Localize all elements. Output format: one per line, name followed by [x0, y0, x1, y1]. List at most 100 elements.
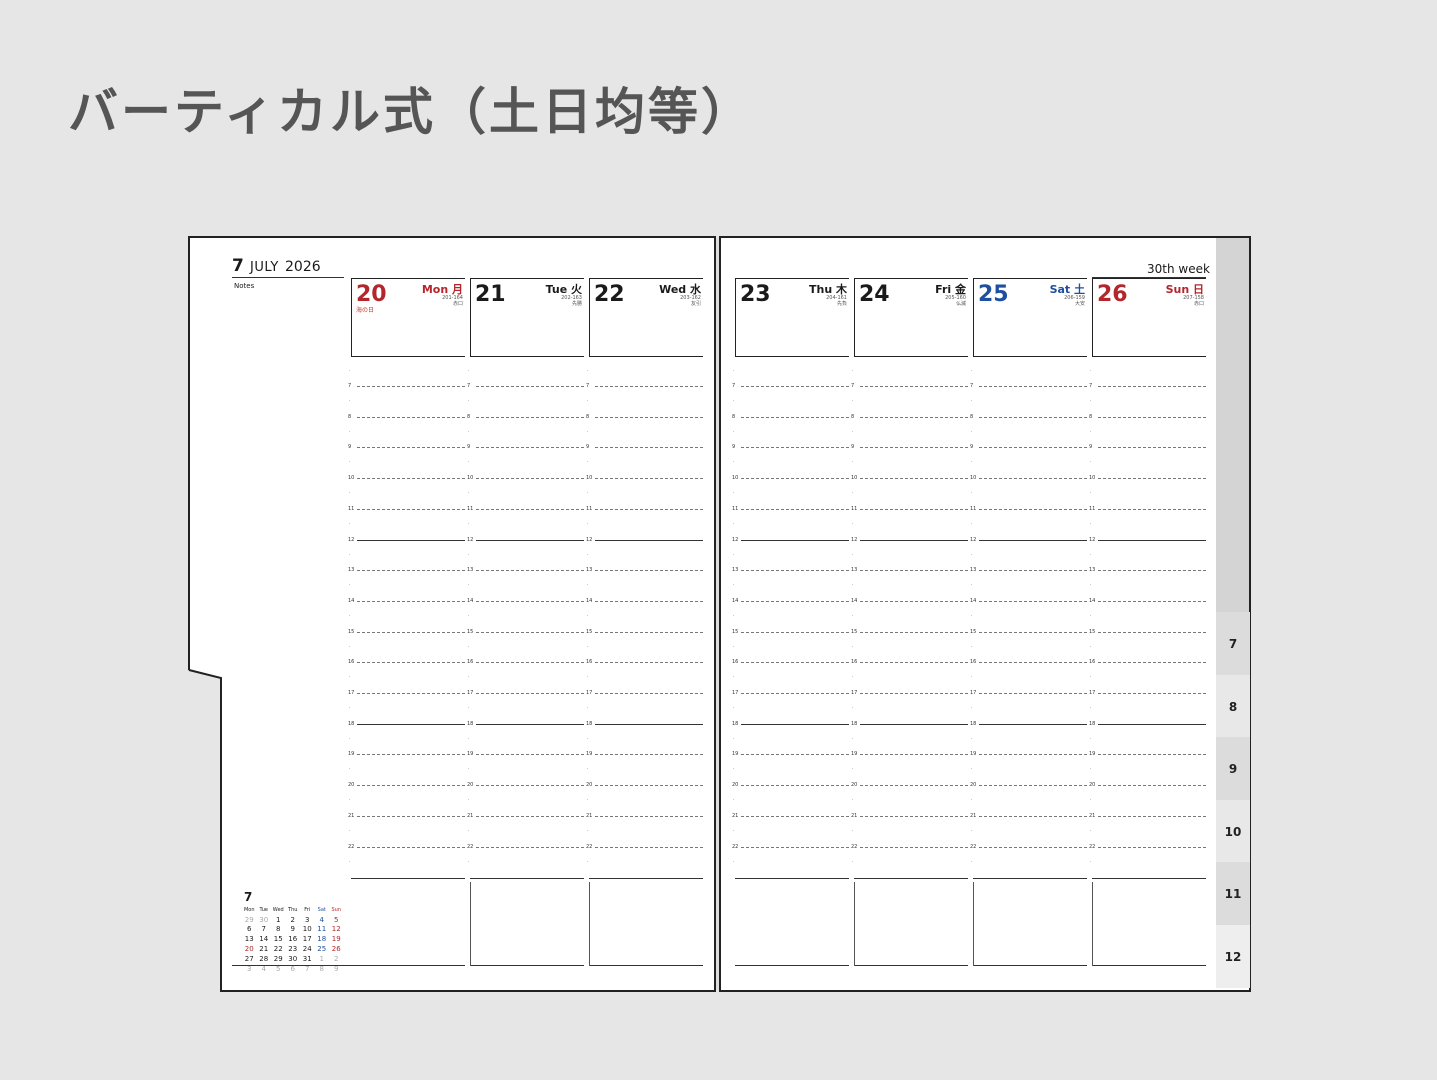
hour-label: 10 — [348, 475, 355, 481]
half-hour-dot: · — [733, 521, 735, 527]
half-hour-dot: · — [587, 797, 589, 803]
hour-label: 17 — [586, 690, 593, 696]
hour-line — [595, 662, 703, 663]
hour-line — [595, 632, 703, 633]
hour-label: 14 — [732, 598, 739, 604]
half-hour-dot: · — [587, 521, 589, 527]
half-hour-dot: · — [971, 429, 973, 435]
half-hour-dot: · — [971, 828, 973, 834]
hour-line — [741, 386, 849, 387]
hour-label: 12 — [851, 537, 858, 543]
half-hour-dot: · — [733, 368, 735, 374]
half-hour-dot: · — [1090, 859, 1092, 865]
hour-label: 14 — [586, 598, 593, 604]
mini-calendar-week: 6 7 8 9 10 11 12 — [242, 925, 344, 935]
hour-label: 11 — [348, 506, 355, 512]
hour-label: 15 — [348, 629, 355, 635]
month-tab-12[interactable]: 12 — [1216, 925, 1250, 988]
hour-line — [741, 724, 849, 725]
hour-line — [741, 570, 849, 571]
hour-label: 18 — [970, 721, 977, 727]
hour-line — [979, 662, 1087, 663]
hour-line — [741, 693, 849, 694]
memo-top-line — [589, 878, 703, 879]
month-tab-10[interactable]: 10 — [1216, 800, 1250, 863]
mini-calendar-day: 30 — [288, 954, 298, 963]
half-hour-dot: · — [733, 490, 735, 496]
hour-line — [595, 724, 703, 725]
mini-calendar-day: 14 — [259, 935, 269, 944]
hour-line — [357, 847, 465, 848]
hour-label: 20 — [851, 782, 858, 788]
hour-line — [1098, 693, 1206, 694]
hour-line — [595, 816, 703, 817]
day-header-22: 22 Wed 水 203-162 友引 — [589, 278, 703, 357]
hour-label: 15 — [970, 629, 977, 635]
hour-label: 21 — [348, 813, 355, 819]
hour-label: 20 — [732, 782, 739, 788]
hour-label: 17 — [851, 690, 858, 696]
mini-calendar-day: 9 — [290, 925, 295, 934]
half-hour-dot: · — [852, 828, 854, 834]
hour-line — [1098, 785, 1206, 786]
hour-label: 7 — [732, 383, 736, 389]
memo-divider — [1092, 882, 1093, 966]
mini-calendar-day: 26 — [331, 945, 341, 954]
half-hour-dot: · — [852, 859, 854, 865]
hour-line — [357, 417, 465, 418]
month-name: JULY — [250, 260, 279, 275]
hour-label: 12 — [348, 537, 355, 543]
hour-label: 9 — [348, 444, 352, 450]
hour-line — [741, 662, 849, 663]
half-hour-dot: · — [971, 582, 973, 588]
half-hour-dot: · — [1090, 797, 1092, 803]
half-hour-dot: · — [971, 797, 973, 803]
hour-label: 13 — [467, 567, 474, 573]
day-number: 20 — [356, 282, 387, 307]
half-hour-dot: · — [1090, 828, 1092, 834]
hour-label: 9 — [851, 444, 855, 450]
hour-label: 9 — [970, 444, 974, 450]
hour-line — [595, 386, 703, 387]
week-label: 30th week — [1147, 262, 1210, 276]
hour-line — [357, 386, 465, 387]
half-hour-dot: · — [587, 736, 589, 742]
hour-label: 7 — [586, 383, 590, 389]
mini-calendar-day: 11 — [317, 925, 327, 934]
day-header-20: 20 Mon 月 201-164 赤口 海の日 — [351, 278, 465, 357]
hour-line — [1098, 447, 1206, 448]
half-hour-dot: · — [587, 705, 589, 711]
hour-label: 13 — [970, 567, 977, 573]
month-tab-9[interactable]: 9 — [1216, 737, 1250, 800]
header-rule — [232, 277, 344, 278]
half-hour-dot: · — [1090, 674, 1092, 680]
hour-line — [357, 509, 465, 510]
month-number: 7 — [232, 256, 244, 276]
day-number: 22 — [594, 282, 625, 307]
hour-label: 8 — [970, 414, 974, 420]
hour-label: 15 — [1089, 629, 1096, 635]
hour-line — [979, 693, 1087, 694]
hour-label: 10 — [1089, 475, 1096, 481]
mini-calendar-day: 25 — [317, 945, 327, 954]
half-hour-dot: · — [349, 797, 351, 803]
month-tab-8[interactable]: 8 — [1216, 675, 1250, 738]
half-hour-dot: · — [349, 459, 351, 465]
half-hour-dot: · — [1090, 552, 1092, 558]
hour-line — [595, 478, 703, 479]
hour-label: 9 — [1089, 444, 1093, 450]
hour-label: 21 — [1089, 813, 1096, 819]
half-hour-dot: · — [733, 736, 735, 742]
mini-calendar-day: 6 — [290, 964, 295, 973]
hour-label: 10 — [732, 475, 739, 481]
half-hour-dot: · — [468, 429, 470, 435]
month-tab-7[interactable]: 7 — [1216, 612, 1250, 675]
hour-line — [860, 447, 968, 448]
month-tab-11[interactable]: 11 — [1216, 862, 1250, 925]
mini-calendar-weekday: Sat — [317, 906, 326, 913]
hour-line — [595, 693, 703, 694]
hour-label: 11 — [586, 506, 593, 512]
mini-calendar-week: 27 28 29 30 31 1 2 — [242, 954, 344, 964]
half-hour-dot: · — [587, 613, 589, 619]
half-hour-dot: · — [852, 459, 854, 465]
